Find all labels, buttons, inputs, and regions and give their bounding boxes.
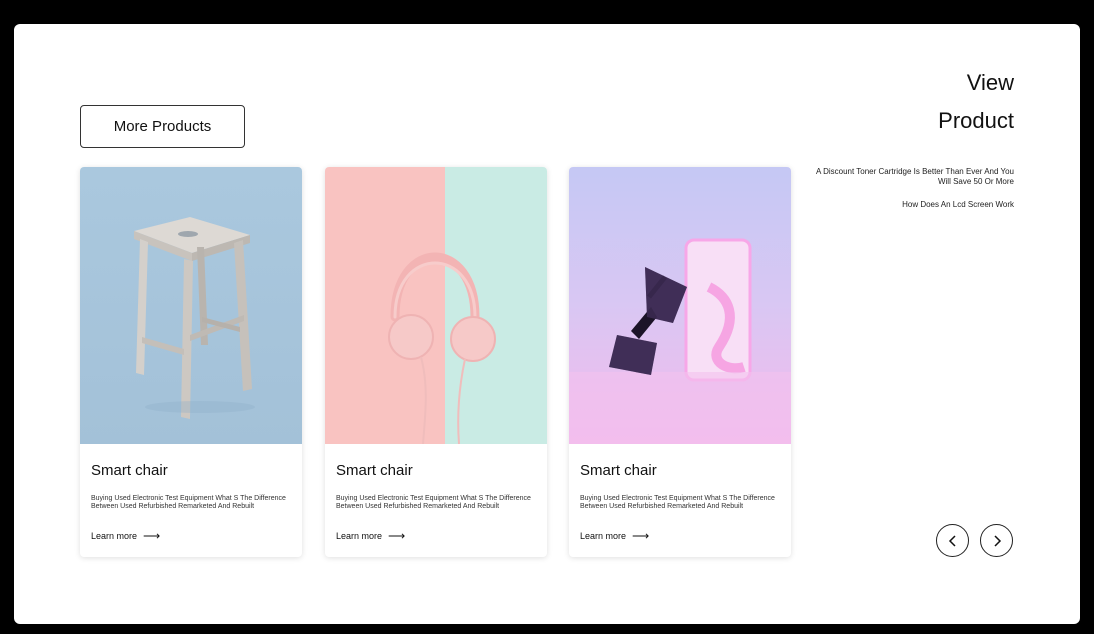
headphones-image — [325, 167, 547, 444]
sunglasses-image — [569, 167, 791, 444]
side-link-text[interactable]: How Does An Lcd Screen Work — [814, 200, 1014, 210]
arrow-right-icon: ⟶ — [143, 528, 161, 543]
stool-image — [80, 167, 302, 444]
side-description: A Discount Toner Cartridge Is Better Tha… — [815, 167, 1014, 186]
card-description: Buying Used Electronic Test Equipment Wh… — [91, 495, 286, 510]
card-description: Buying Used Electronic Test Equipment Wh… — [336, 495, 531, 510]
learn-more-link[interactable]: Learn more ⟶ — [91, 528, 161, 543]
headphones-icon — [388, 252, 496, 444]
product-card[interactable]: Smart chair Buying Used Electronic Test … — [80, 167, 302, 557]
stool-icon — [134, 217, 255, 419]
card-title: Smart chair — [91, 462, 168, 479]
section-title-line2: Product — [938, 108, 1014, 133]
learn-more-link[interactable]: Learn more ⟶ — [580, 528, 650, 543]
arrow-right-icon: ⟶ — [388, 528, 406, 543]
learn-more-label: Learn more — [336, 531, 383, 541]
prev-button[interactable] — [936, 524, 969, 557]
learn-more-label: Learn more — [580, 531, 627, 541]
card-description: Buying Used Electronic Test Equipment Wh… — [580, 495, 775, 510]
card-title: Smart chair — [580, 462, 657, 479]
product-card[interactable]: Smart chair Buying Used Electronic Test … — [569, 167, 791, 557]
chevron-right-icon — [993, 534, 1001, 547]
card-title: Smart chair — [336, 462, 413, 479]
chevron-left-icon — [948, 534, 956, 547]
learn-more-link[interactable]: Learn more ⟶ — [336, 528, 406, 543]
content-panel: More Products Smart chair Buying Used El… — [14, 24, 1080, 624]
product-card[interactable]: Smart chair Buying Used Electronic Test … — [325, 167, 547, 557]
next-button[interactable] — [980, 524, 1013, 557]
learn-more-label: Learn more — [91, 531, 138, 541]
sunglasses-icon — [569, 238, 791, 444]
arrow-right-icon: ⟶ — [632, 528, 650, 543]
section-title-line1: View — [966, 70, 1014, 95]
more-products-button[interactable]: More Products — [80, 105, 245, 148]
